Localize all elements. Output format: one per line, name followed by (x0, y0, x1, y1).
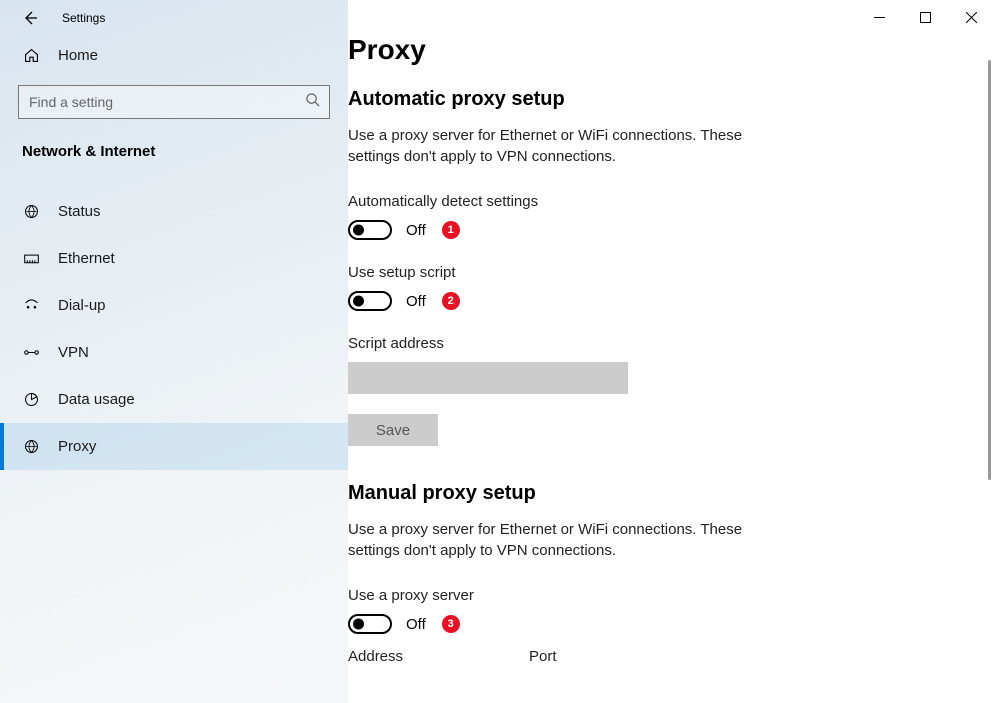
content: Proxy Automatic proxy setup Use a proxy … (348, 0, 994, 703)
titlebar: Settings (0, 0, 994, 35)
vpn-icon (22, 344, 40, 362)
close-button[interactable] (948, 2, 994, 34)
sidebar-item-label: Ethernet (58, 250, 115, 267)
page-title: Proxy (348, 34, 974, 66)
ethernet-icon (22, 250, 40, 268)
sidebar-home-label: Home (58, 47, 98, 64)
sidebar-item-status[interactable]: Status (0, 188, 348, 235)
sidebar-item-label: Data usage (58, 391, 135, 408)
close-icon (966, 12, 977, 23)
setup-script-toggle[interactable] (348, 291, 392, 311)
auto-section-desc: Use a proxy server for Ethernet or WiFi … (348, 125, 792, 167)
script-address-label: Script address (348, 335, 974, 352)
manual-section-desc: Use a proxy server for Ethernet or WiFi … (348, 519, 792, 561)
minimize-button[interactable] (856, 2, 902, 34)
home-icon (22, 46, 40, 64)
setup-script-state: Off (406, 293, 426, 310)
minimize-icon (874, 12, 885, 23)
address-label: Address (348, 648, 403, 665)
sidebar-item-label: Proxy (58, 438, 96, 455)
sidebar-item-proxy[interactable]: Proxy (0, 423, 348, 470)
sidebar-category: Network & Internet (0, 119, 348, 170)
maximize-button[interactable] (902, 2, 948, 34)
search-icon (305, 92, 320, 112)
auto-detect-label: Automatically detect settings (348, 193, 974, 210)
annotation-3: 3 (442, 615, 460, 633)
sidebar-item-label: Status (58, 203, 101, 220)
setup-script-label: Use setup script (348, 264, 974, 281)
maximize-icon (920, 12, 931, 23)
port-label: Port (529, 648, 557, 665)
auto-section-heading: Automatic proxy setup (348, 88, 974, 111)
sidebar-item-label: Dial-up (58, 297, 106, 314)
dialup-icon (22, 297, 40, 315)
sidebar-item-ethernet[interactable]: Ethernet (0, 235, 348, 282)
save-button[interactable]: Save (348, 414, 438, 446)
auto-detect-state: Off (406, 222, 426, 239)
sidebar-item-datausage[interactable]: Data usage (0, 376, 348, 423)
proxy-icon (22, 438, 40, 456)
annotation-1: 1 (442, 221, 460, 239)
search-input[interactable] (18, 85, 330, 119)
sidebar-item-vpn[interactable]: VPN (0, 329, 348, 376)
script-address-input[interactable] (348, 362, 628, 394)
status-icon (22, 203, 40, 221)
annotation-2: 2 (442, 292, 460, 310)
use-proxy-toggle[interactable] (348, 614, 392, 634)
use-proxy-state: Off (406, 616, 426, 633)
sidebar-item-label: VPN (58, 344, 89, 361)
back-button[interactable] (20, 8, 40, 28)
sidebar-home[interactable]: Home (0, 35, 348, 75)
sidebar-item-dialup[interactable]: Dial-up (0, 282, 348, 329)
manual-section-heading: Manual proxy setup (348, 482, 974, 505)
use-proxy-label: Use a proxy server (348, 587, 974, 604)
auto-detect-toggle[interactable] (348, 220, 392, 240)
app-title: Settings (62, 11, 105, 25)
sidebar: Home Network & Internet Status Ethernet (0, 0, 348, 703)
arrow-left-icon (22, 10, 38, 26)
scrollbar[interactable] (988, 60, 991, 480)
data-usage-icon (22, 391, 40, 409)
